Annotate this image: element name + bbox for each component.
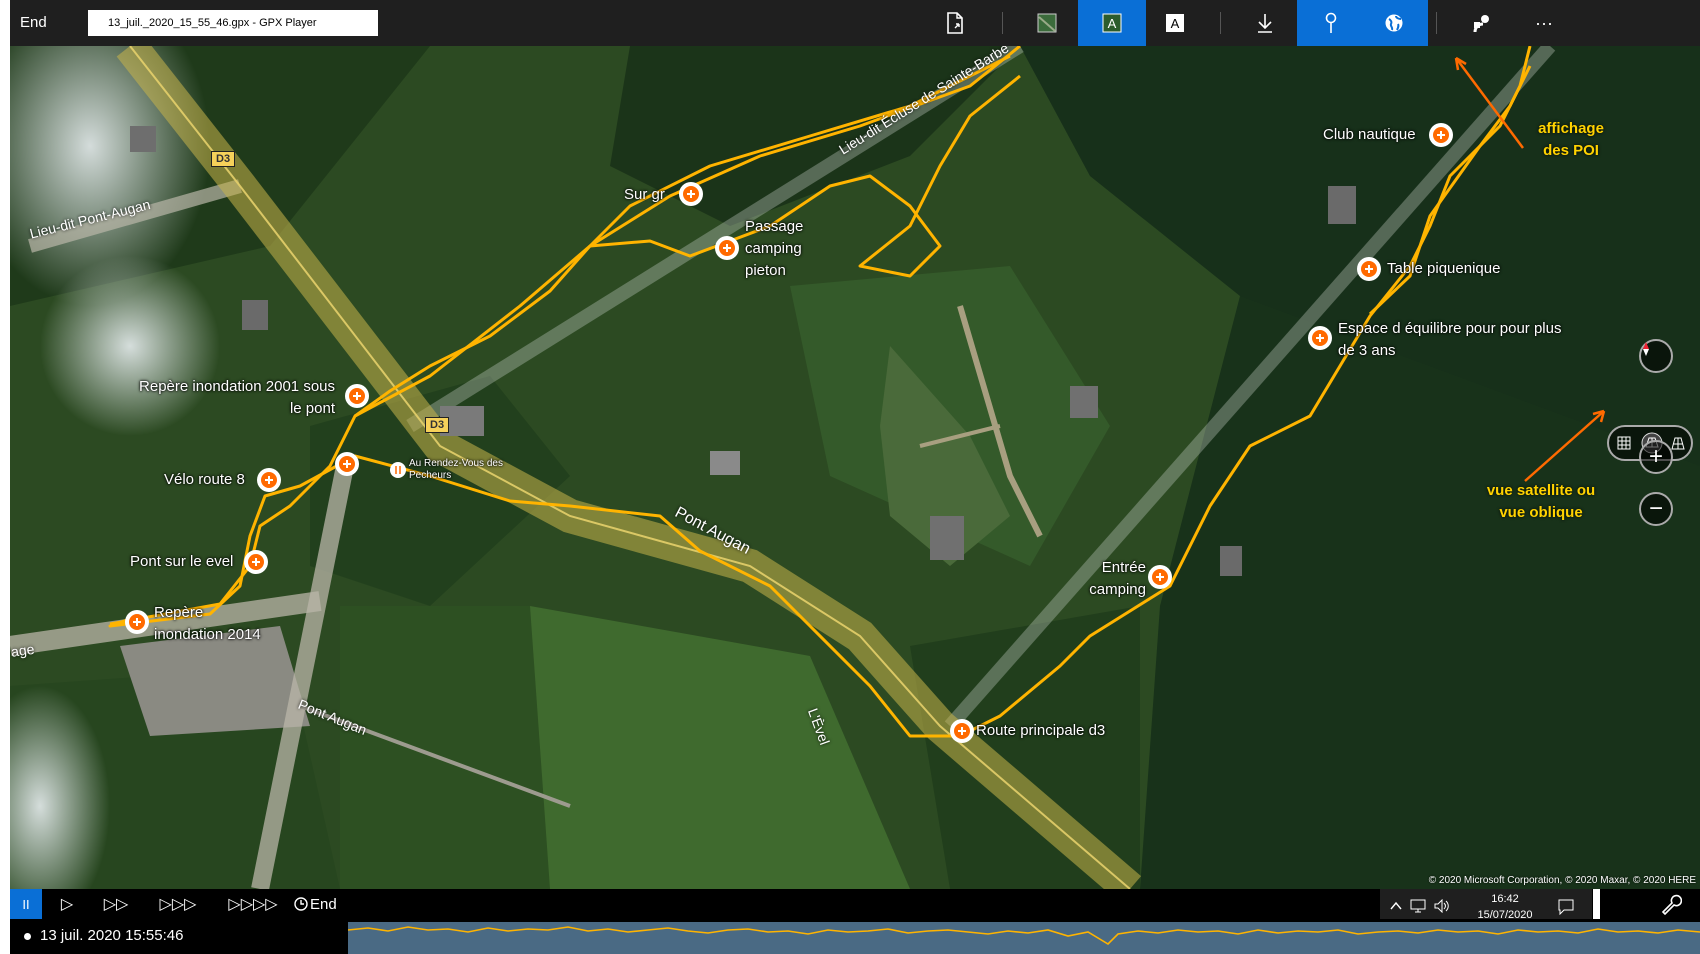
- poi-label[interactable]: Table piquenique: [1387, 258, 1500, 280]
- labels-on-icon: A: [1102, 13, 1122, 33]
- oblique-view-icon: [1671, 437, 1685, 450]
- road-shield: D3: [425, 417, 450, 433]
- poi-label[interactable]: Pont sur le evel: [130, 551, 233, 573]
- road-label: age: [10, 640, 36, 660]
- zoom-out-button[interactable]: −: [1639, 492, 1673, 526]
- end-label[interactable]: End: [20, 14, 47, 31]
- labels-off-button[interactable]: A: [1141, 0, 1209, 46]
- download-icon: [1258, 14, 1272, 33]
- current-timestamp: 13 juil. 2020 15:55:46: [40, 927, 184, 944]
- map-view[interactable]: Sur gr Passage camping pieton Club nauti…: [10, 46, 1700, 889]
- play-4x-button[interactable]: ▷▷▷▷: [218, 889, 288, 919]
- globe-icon: [1385, 14, 1403, 32]
- labels-off-icon: A: [1166, 14, 1184, 32]
- poi-label[interactable]: Repère inondation 2001 sous le pont: [130, 376, 335, 420]
- more-icon: ···: [1535, 12, 1553, 33]
- settings-wrench-icon[interactable]: [1660, 893, 1682, 915]
- annotation-view: vue satellite ou vue oblique: [1486, 482, 1596, 521]
- restaurant-label[interactable]: Au Rendez-Vous des Pecheurs: [409, 458, 529, 482]
- play-3x-button[interactable]: ▷▷▷: [150, 889, 206, 919]
- poi-label[interactable]: Club nautique: [1323, 124, 1416, 146]
- compass-icon: [1643, 342, 1649, 356]
- share-icon: [1473, 15, 1489, 33]
- poi-label[interactable]: Vélo route 8: [164, 469, 245, 491]
- poi-label[interactable]: Sur gr: [624, 184, 665, 206]
- window-title: 13_juil._2020_15_55_46.gpx - GPX Player: [88, 10, 378, 36]
- grid-view-icon: [1617, 436, 1631, 450]
- labels-on-button[interactable]: A: [1078, 0, 1146, 46]
- road-shield: D3: [211, 151, 236, 167]
- poi-toggle-button[interactable]: [1297, 0, 1365, 46]
- clock-icon: [294, 897, 308, 911]
- end-time-button[interactable]: End: [310, 896, 337, 913]
- poi-pin-icon: [1325, 12, 1337, 33]
- zoom-in-button[interactable]: +: [1639, 440, 1673, 474]
- export-button[interactable]: [921, 0, 989, 46]
- poi-label[interactable]: Espace d équilibre pour pour plus de 3 a…: [1338, 318, 1573, 362]
- toolbar-separator: [1436, 12, 1437, 34]
- svg-text:A: A: [1171, 16, 1180, 31]
- satellite-imagery: [10, 46, 1700, 889]
- more-button[interactable]: ···: [1510, 0, 1578, 46]
- minus-icon: −: [1648, 495, 1663, 522]
- current-position-dot: [24, 933, 31, 940]
- volume-icon[interactable]: [1434, 899, 1450, 913]
- top-toolbar: End 13_juil._2020_15_55_46.gpx - GPX Pla…: [10, 0, 1700, 46]
- download-button[interactable]: [1231, 0, 1299, 46]
- network-icon[interactable]: [1410, 899, 1426, 913]
- elevation-profile[interactable]: [347, 922, 1700, 954]
- notification-icon[interactable]: [1558, 899, 1574, 915]
- poi-label[interactable]: Route principale d3: [976, 720, 1105, 742]
- map-style-icon: [1037, 13, 1057, 33]
- annotation-poi: affichage des POI: [1538, 120, 1604, 159]
- share-button[interactable]: [1448, 0, 1516, 46]
- poi-label[interactable]: Passage camping pieton: [745, 216, 815, 282]
- svg-text:A: A: [1108, 16, 1117, 31]
- poi-label[interactable]: Entrée camping: [1078, 557, 1146, 601]
- app-window: End 13_juil._2020_15_55_46.gpx - GPX Pla…: [10, 0, 1700, 954]
- chevron-up-icon[interactable]: [1390, 901, 1402, 911]
- plus-icon: +: [1648, 443, 1663, 470]
- elevation-line: [347, 926, 1700, 946]
- toolbar-separator: [1002, 12, 1003, 34]
- tray-time: 16:42: [1491, 893, 1519, 905]
- map-copyright: © 2020 Microsoft Corporation, © 2020 Max…: [1428, 875, 1696, 886]
- poi-label[interactable]: Repère inondation 2014: [154, 602, 274, 646]
- export-icon: [947, 12, 963, 34]
- toolbar-separator: [1220, 12, 1221, 34]
- globe-button[interactable]: [1360, 0, 1428, 46]
- pause-button[interactable]: II: [10, 889, 42, 919]
- play-button[interactable]: ▷: [52, 889, 82, 919]
- map-style-button[interactable]: [1013, 0, 1081, 46]
- play-2x-button[interactable]: ▷▷: [94, 889, 138, 919]
- compass-button[interactable]: [1639, 339, 1673, 373]
